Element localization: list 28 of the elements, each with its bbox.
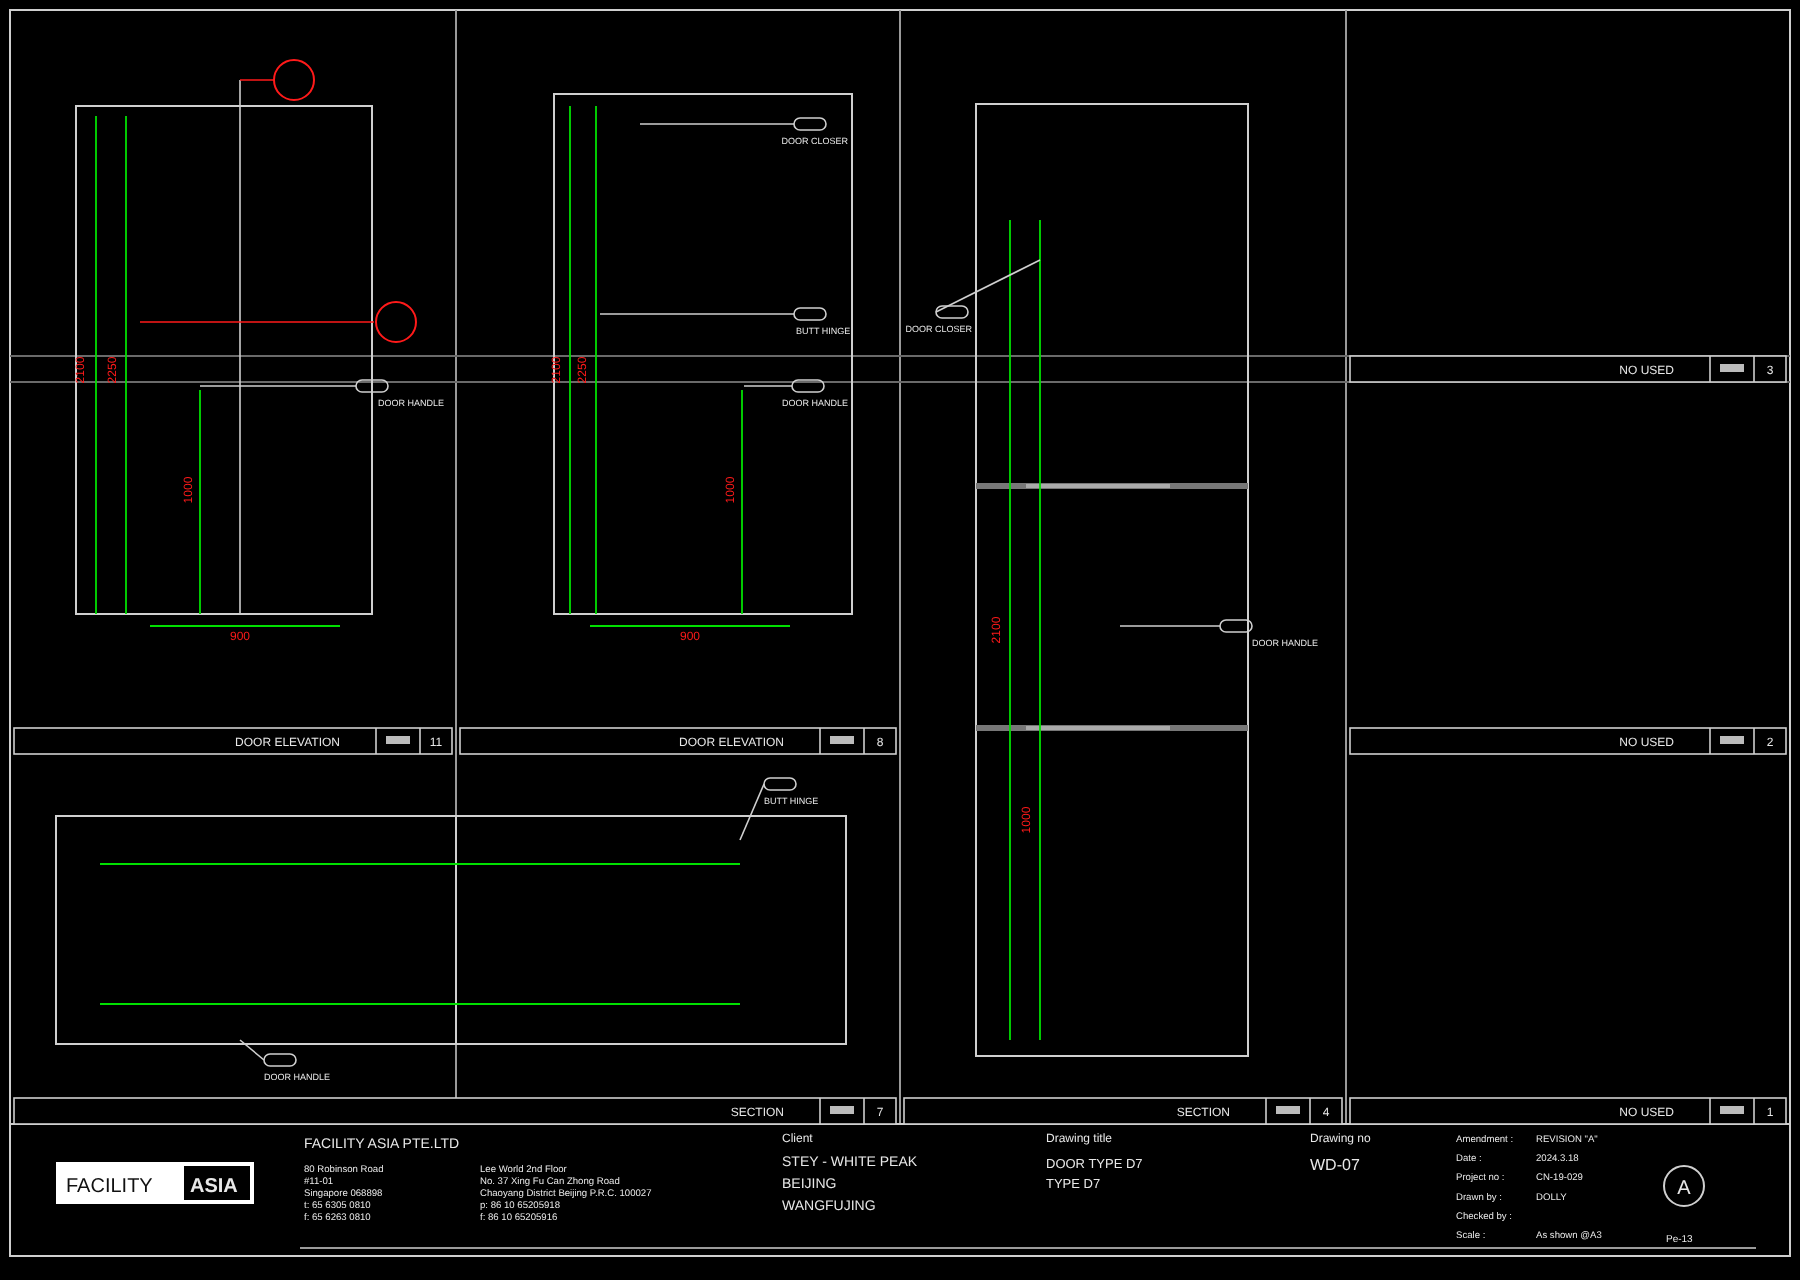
scale-mark bbox=[1276, 1106, 1300, 1114]
logo-text: FACILITY bbox=[66, 1176, 153, 1198]
leader-line bbox=[935, 259, 1041, 313]
callout-tag bbox=[1219, 619, 1253, 633]
section-marker bbox=[273, 59, 315, 101]
scale-mark bbox=[830, 736, 854, 744]
scale-mark bbox=[830, 1106, 854, 1114]
callout-tag bbox=[263, 1053, 297, 1067]
revision-letter: A bbox=[1677, 1178, 1691, 1200]
callout-tag bbox=[935, 305, 969, 319]
leader-line bbox=[1119, 625, 1221, 627]
revision-circle bbox=[1663, 1165, 1705, 1207]
logo-text: ASIA bbox=[190, 1176, 238, 1198]
callout-tag bbox=[791, 379, 825, 393]
scale-mark bbox=[386, 736, 410, 744]
scale-mark bbox=[1720, 1106, 1744, 1114]
leader-line bbox=[239, 79, 275, 81]
callout-tag bbox=[763, 777, 797, 791]
leader-line bbox=[739, 783, 765, 841]
leader-line bbox=[743, 385, 793, 387]
callout-tag bbox=[793, 307, 827, 321]
callout-tag bbox=[355, 379, 389, 393]
leader-line bbox=[239, 1039, 265, 1061]
scale-mark bbox=[1720, 364, 1744, 372]
callout-tag bbox=[793, 117, 827, 131]
drawing-number: WD-07 bbox=[1310, 1156, 1360, 1174]
scale-mark bbox=[1720, 736, 1744, 744]
logo-block bbox=[184, 1166, 250, 1200]
